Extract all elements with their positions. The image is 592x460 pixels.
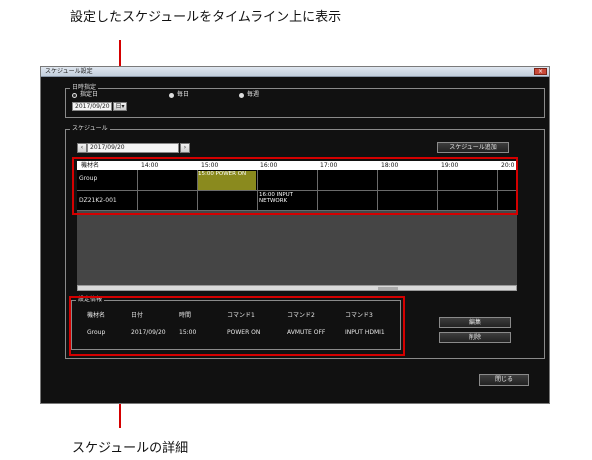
window-title: スケジュール設定 (45, 68, 93, 75)
edit-button[interactable]: 編集 (439, 317, 511, 328)
details-caption: スケジュールの詳細 (72, 441, 189, 456)
radio-daily-label: 毎日 (177, 91, 190, 98)
timeline-highlight-box (72, 157, 518, 215)
specific-date-input[interactable]: 2017/09/20 (72, 102, 112, 111)
radio-weekly-label: 毎週 (247, 91, 260, 98)
add-schedule-button[interactable]: スケジュール追加 (437, 142, 509, 153)
chevron-right-icon: › (183, 144, 187, 151)
radio-daily[interactable] (169, 93, 174, 98)
date-spec-group: 日時指定 指定日 毎日 毎週 2017/09/20 日▾ (65, 84, 545, 118)
details-highlight-box (69, 296, 405, 356)
schedule-legend: スケジュール (70, 125, 110, 133)
close-dialog-button[interactable]: 閉じる (479, 374, 529, 386)
chevron-left-icon: ‹ (80, 144, 84, 151)
title-bar: スケジュール設定 × (41, 67, 549, 77)
timeline-horizontal-scrollbar[interactable] (77, 285, 517, 291)
radio-specific-date[interactable] (72, 93, 77, 98)
next-date-button[interactable]: › (180, 143, 190, 153)
delete-button[interactable]: 削除 (439, 332, 511, 343)
timeline-empty-area (77, 211, 517, 285)
schedule-date-input[interactable]: 2017/09/20 (87, 143, 179, 153)
radio-specific-date-label: 指定日 (80, 91, 99, 98)
radio-weekly[interactable] (239, 93, 244, 98)
scrollbar-thumb[interactable] (378, 287, 398, 290)
timeline-caption: 設定したスケジュールをタイムライン上に表示 (70, 10, 342, 25)
prev-date-button[interactable]: ‹ (77, 143, 87, 153)
calendar-dropdown-button[interactable]: 日▾ (113, 102, 127, 111)
close-icon[interactable]: × (534, 68, 547, 75)
